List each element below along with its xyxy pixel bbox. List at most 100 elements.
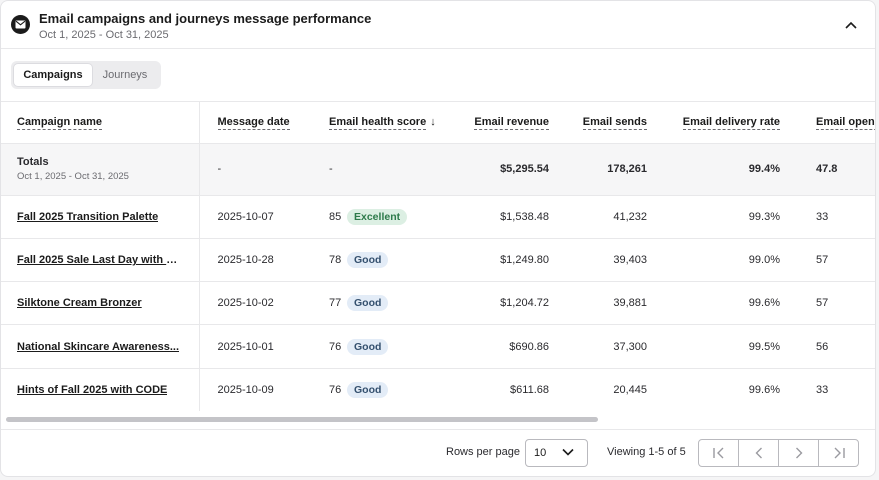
tab-journeys[interactable]: Journeys <box>92 64 158 86</box>
campaign-link[interactable]: Hints of Fall 2025 with CODE <box>17 384 167 396</box>
first-page-button[interactable] <box>699 440 739 466</box>
revenue-cell: $611.68 <box>454 368 549 411</box>
campaign-name-cell: Hints of Fall 2025 with CODE <box>1 368 200 411</box>
totals-message-date: - <box>199 143 311 196</box>
health-badge: Excellent <box>347 208 408 225</box>
revenue-cell: $690.86 <box>454 324 549 369</box>
sends-cell: 39,881 <box>549 281 647 326</box>
campaign-name-cell: Fall 2025 Sale Last Day with C... <box>1 238 200 283</box>
open-rate-cell: 33 <box>780 195 875 239</box>
chevron-down-icon <box>562 448 574 456</box>
totals-sends: 178,261 <box>549 143 647 196</box>
delivery-rate-cell: 99.6% <box>647 368 780 411</box>
card-date-range: Oct 1, 2025 - Oct 31, 2025 <box>39 29 169 41</box>
revenue-cell: $1,538.48 <box>454 195 549 239</box>
revenue-cell: $1,249.80 <box>454 238 549 283</box>
table-row: National Skincare Awareness... 2025-10-0… <box>1 324 875 369</box>
campaign-link[interactable]: Silktone Cream Bronzer <box>17 297 142 309</box>
pagination-bar: Rows per page 10 Viewing 1-5 of 5 <box>1 429 875 476</box>
delivery-rate-cell: 99.0% <box>647 238 780 283</box>
totals-label-cell: Totals Oct 1, 2025 - Oct 31, 2025 <box>1 143 200 196</box>
sends-cell: 37,300 <box>549 324 647 369</box>
totals-delivery-rate: 99.4% <box>647 143 780 196</box>
sends-cell: 39,403 <box>549 238 647 283</box>
next-page-button[interactable] <box>779 440 819 466</box>
column-header-email-delivery-rate[interactable]: Email delivery rate <box>647 102 780 144</box>
health-score-value: 78 <box>329 253 342 266</box>
performance-card: Email campaigns and journeys message per… <box>0 0 876 477</box>
health-score-cell: 85 Excellent <box>311 195 454 239</box>
message-date-cell: 2025-10-02 <box>199 281 311 326</box>
card-header: Email campaigns and journeys message per… <box>1 1 875 49</box>
health-score-value: 76 <box>329 340 342 353</box>
tab-campaigns[interactable]: Campaigns <box>14 64 92 86</box>
health-badge: Good <box>347 295 389 312</box>
health-score-value: 77 <box>329 297 342 310</box>
open-rate-cell: 57 <box>780 238 875 283</box>
delivery-rate-cell: 99.6% <box>647 281 780 326</box>
campaign-name-cell: Fall 2025 Transition Palette <box>1 195 200 239</box>
health-badge: Good <box>347 381 389 398</box>
viewing-range-text: Viewing 1-5 of 5 <box>607 446 686 458</box>
totals-label: Totals <box>17 156 49 168</box>
page-navigation <box>698 439 859 467</box>
message-date-cell: 2025-10-09 <box>199 368 311 411</box>
envelope-icon <box>11 15 30 34</box>
column-header-email-sends[interactable]: Email sends <box>549 102 647 144</box>
health-score-cell: 76 Good <box>311 368 454 411</box>
chevron-up-icon <box>845 21 857 29</box>
campaign-name-cell: National Skincare Awareness... <box>1 324 200 369</box>
open-rate-cell: 57 <box>780 281 875 326</box>
campaign-link[interactable]: National Skincare Awareness... <box>17 341 179 353</box>
table-row: Silktone Cream Bronzer 2025-10-02 77 Good… <box>1 281 875 326</box>
health-score-cell: 78 Good <box>311 238 454 283</box>
column-header-message-date[interactable]: Message date <box>199 102 311 144</box>
campaign-link[interactable]: Fall 2025 Sale Last Day with C... <box>17 254 182 266</box>
delivery-rate-cell: 99.3% <box>647 195 780 239</box>
collapse-button[interactable] <box>839 13 863 37</box>
column-header-campaign-name[interactable]: Campaign name <box>1 102 200 144</box>
table-row: Fall 2025 Sale Last Day with C... 2025-1… <box>1 238 875 283</box>
delivery-rate-cell: 99.5% <box>647 324 780 369</box>
health-score-value: 85 <box>329 210 342 223</box>
rows-per-page-select[interactable]: 10 <box>525 439 588 467</box>
horizontal-scrollbar[interactable] <box>1 415 875 425</box>
revenue-cell: $1,204.72 <box>454 281 549 326</box>
totals-date-range: Oct 1, 2025 - Oct 31, 2025 <box>17 171 129 182</box>
sort-descending-icon: ↓ <box>430 116 436 129</box>
sends-cell: 20,445 <box>549 368 647 411</box>
scrollbar-thumb[interactable] <box>6 417 598 422</box>
sends-cell: 41,232 <box>549 195 647 239</box>
health-score-cell: 76 Good <box>311 324 454 369</box>
totals-open-rate: 47.8 <box>780 143 875 196</box>
health-badge: Good <box>347 251 389 268</box>
previous-page-button[interactable] <box>739 440 779 466</box>
previous-page-icon <box>755 447 762 459</box>
health-score-cell: 77 Good <box>311 281 454 326</box>
column-header-email-health-score[interactable]: Email health score ↓ <box>311 102 454 144</box>
last-page-button[interactable] <box>819 440 858 466</box>
message-date-cell: 2025-10-07 <box>199 195 311 239</box>
rows-per-page-label: Rows per page <box>446 446 520 458</box>
column-header-email-revenue[interactable]: Email revenue <box>454 102 549 144</box>
next-page-icon <box>795 447 802 459</box>
campaigns-table-container: Campaign name Message date Email health … <box>1 101 875 411</box>
campaign-link[interactable]: Fall 2025 Transition Palette <box>17 211 158 223</box>
first-page-icon <box>712 447 723 459</box>
open-rate-cell: 33 <box>780 368 875 411</box>
totals-revenue: $5,295.54 <box>454 143 549 196</box>
table-row: Fall 2025 Transition Palette 2025-10-07 … <box>1 195 875 239</box>
campaigns-table: Campaign name Message date Email health … <box>1 102 875 411</box>
totals-health-score: - <box>311 143 454 196</box>
tab-switcher: Campaigns Journeys <box>11 61 161 89</box>
column-header-email-open-rate[interactable]: Email open r <box>780 102 875 144</box>
table-row: Hints of Fall 2025 with CODE 2025-10-09 … <box>1 368 875 411</box>
last-page-icon <box>834 447 845 459</box>
message-date-cell: 2025-10-01 <box>199 324 311 369</box>
message-date-cell: 2025-10-28 <box>199 238 311 283</box>
totals-row: Totals Oct 1, 2025 - Oct 31, 2025 - - $5… <box>1 143 875 196</box>
open-rate-cell: 56 <box>780 324 875 369</box>
rows-per-page-value: 10 <box>534 447 547 459</box>
table-header-row: Campaign name Message date Email health … <box>1 102 875 144</box>
health-badge: Good <box>347 338 389 355</box>
